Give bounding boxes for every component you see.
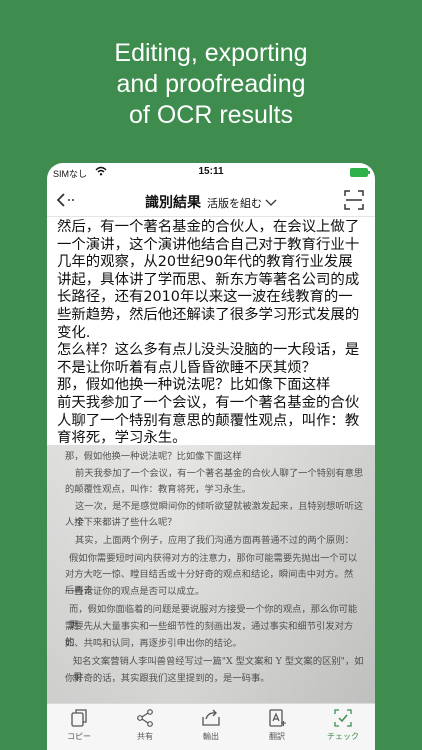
check-icon <box>334 709 352 727</box>
photo-line: 假如你需要短时间内获得对方的注意力，那你可能需要先抛出一个可以 <box>69 553 358 564</box>
scan-icon[interactable] <box>343 189 365 211</box>
photo-line: 前天我参加了一个会议，有一个著名基金的合伙人聊了一个特别有意思 <box>75 468 364 479</box>
photo-line: 人接下来都讲了些什么呢？ <box>65 517 177 528</box>
page-title: 識別結果 <box>145 195 201 211</box>
share-icon <box>137 709 153 727</box>
share-button[interactable]: 共有 <box>115 708 175 742</box>
copy-button[interactable]: コピー <box>49 708 109 742</box>
translate-icon <box>269 709 286 727</box>
headline-line-2: and proofreading <box>116 70 306 98</box>
promo-headline: Editing, exporting and proofreading of O… <box>0 38 422 131</box>
photo-line: 一些论证你的观点是否可以成立。 <box>65 586 205 597</box>
phone-screen: SIMなし 15:11 識別結果 活版を組む 然后，有一个著名基金的合伙人，在会议… <box>47 163 375 750</box>
clock: 15:11 <box>198 166 224 177</box>
chevron-down-icon <box>265 199 277 206</box>
bottom-toolbar: コピー 共有 輸出 翻訳 チェック <box>47 703 375 750</box>
export-icon <box>202 709 220 726</box>
layout-dropdown-label: 活版を組む <box>207 197 262 210</box>
check-button[interactable]: チェック <box>313 708 373 742</box>
copy-icon <box>71 709 87 727</box>
photo-line: 其实，上面两个例子，应用了我们沟通方面再普通不过的两个原则： <box>75 535 354 546</box>
status-bar: SIMなし 15:11 <box>47 163 375 183</box>
share-label: 共有 <box>137 732 153 741</box>
source-photo: 那，假如他换一种说法呢？比如像下面这样 前天我参加了一个会议，有一个著名基金的合… <box>47 445 375 703</box>
export-label: 輸出 <box>203 732 219 741</box>
copy-label: コピー <box>67 732 91 741</box>
ocr-result-text[interactable]: 然后，有一个著名基金的合伙人，在会议上做了一个演讲，这个演讲他结合自己对于教育行… <box>57 219 367 444</box>
photo-line: 那，假如他换一种说法呢？比如像下面这样 <box>65 451 242 462</box>
headline-line-1: Editing, exporting <box>114 39 308 67</box>
translate-label: 翻訳 <box>269 732 285 741</box>
headline-line-3: of OCR results <box>129 101 293 129</box>
translate-button[interactable]: 翻訳 <box>247 708 307 742</box>
export-button[interactable]: 輸出 <box>181 708 241 742</box>
photo-line: 如、共鸣和认同，再逐步引申出你的结论。 <box>65 638 242 649</box>
battery-icon <box>350 168 370 177</box>
layout-dropdown[interactable]: 活版を組む <box>207 197 277 210</box>
nav-bar: 識別結果 活版を組む <box>47 183 375 217</box>
photo-line: 你好奇的话，其实跟我们这里提到的，是一码事。 <box>65 673 270 684</box>
check-label: チェック <box>327 732 359 741</box>
photo-line: 的颠覆性观点，叫作：教育将死，学习永生。 <box>65 484 251 495</box>
nav-title: 識別結果 活版を組む <box>47 192 375 212</box>
